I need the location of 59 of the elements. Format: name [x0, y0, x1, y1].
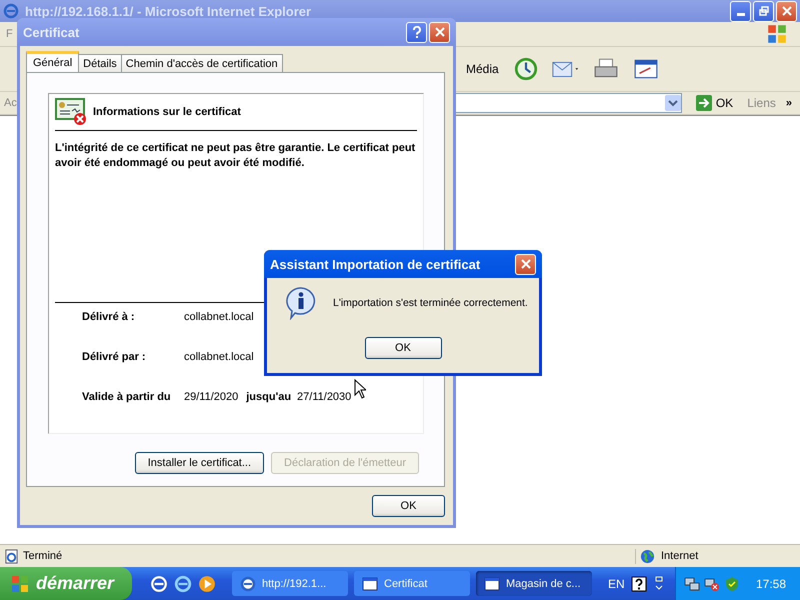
- field-value: collabnet.local: [184, 351, 254, 363]
- restore-icon[interactable]: [652, 576, 665, 592]
- close-icon: [520, 259, 530, 269]
- field-label: jusqu'au: [246, 391, 292, 403]
- certificate-error-icon: [55, 98, 87, 126]
- address-label: Ac: [4, 97, 18, 109]
- field-value: 27/11/2030: [297, 391, 352, 403]
- restore-icon: [758, 6, 768, 16]
- install-button[interactable]: Installer le certificat...: [134, 452, 264, 474]
- minimize-icon: [736, 12, 744, 16]
- arrow-icon: [696, 95, 712, 111]
- window-title: http://192.168.1.1/ - Microsoft Internet Explorer: [25, 4, 312, 18]
- close-button[interactable]: [776, 0, 797, 22]
- window-icon: [362, 576, 378, 592]
- field-label: Valide à partir du: [82, 391, 172, 403]
- tab[interactable]: Détails: [78, 54, 122, 72]
- field-label: Délivré à :: [82, 311, 136, 323]
- ok-button[interactable]: OK: [364, 337, 442, 359]
- network-error-icon[interactable]: [704, 576, 720, 592]
- close-icon: [782, 6, 792, 16]
- cursor-icon: [354, 379, 366, 399]
- ok-button[interactable]: OK: [372, 495, 445, 517]
- minimize-button[interactable]: [730, 0, 751, 22]
- dialog-title: Assistant Importation de certificat: [270, 256, 480, 272]
- question-mark-icon: [412, 26, 422, 38]
- info-icon: [285, 286, 317, 320]
- language-indicator[interactable]: EN: [608, 576, 625, 590]
- window-icon: [484, 576, 500, 592]
- browser-icon[interactable]: [174, 574, 192, 592]
- field-value: 29/11/2020: [184, 391, 238, 403]
- tab[interactable]: Général: [26, 51, 80, 72]
- network-icon[interactable]: [684, 576, 700, 592]
- page-icon: [4, 548, 19, 564]
- zone-text: Internet: [661, 550, 698, 562]
- browser-icon: [3, 3, 19, 19]
- dialog-title: Certificat: [23, 24, 80, 40]
- restore-button[interactable]: [753, 0, 774, 22]
- taskbar-button[interactable]: Magasin de c...: [476, 571, 592, 596]
- media-button[interactable]: Média: [464, 60, 501, 78]
- flag-icon: [10, 574, 30, 594]
- flag-icon: [766, 23, 788, 45]
- more-links-button[interactable]: »: [782, 97, 796, 109]
- clock: 17:58: [756, 576, 786, 590]
- status-text: Terminé: [23, 550, 64, 562]
- browser-icon: [240, 576, 256, 592]
- help-icon[interactable]: [630, 576, 647, 592]
- warning-text: L'intégrité de ce certificat ne peut pas être garantie. Le certificat peut avoir été endommagé ou peut avoir été modifié.: [55, 141, 416, 171]
- info-heading: Informations sur le certificat: [93, 106, 241, 118]
- play-icon[interactable]: [198, 574, 216, 592]
- globe-icon: [640, 548, 655, 564]
- close-button[interactable]: [515, 254, 536, 274]
- taskbar-button[interactable]: http://192.1...: [232, 571, 348, 596]
- tab[interactable]: Chemin d'accès de certification: [120, 54, 283, 72]
- message-text: L'importation s'est terminée correctement.: [333, 297, 528, 309]
- close-icon: [434, 27, 444, 37]
- taskbar-button[interactable]: Certificat: [354, 571, 470, 596]
- field-label: Délivré par :: [82, 351, 147, 363]
- field-value: collabnet.local: [184, 311, 254, 323]
- go-button[interactable]: OK: [688, 95, 742, 111]
